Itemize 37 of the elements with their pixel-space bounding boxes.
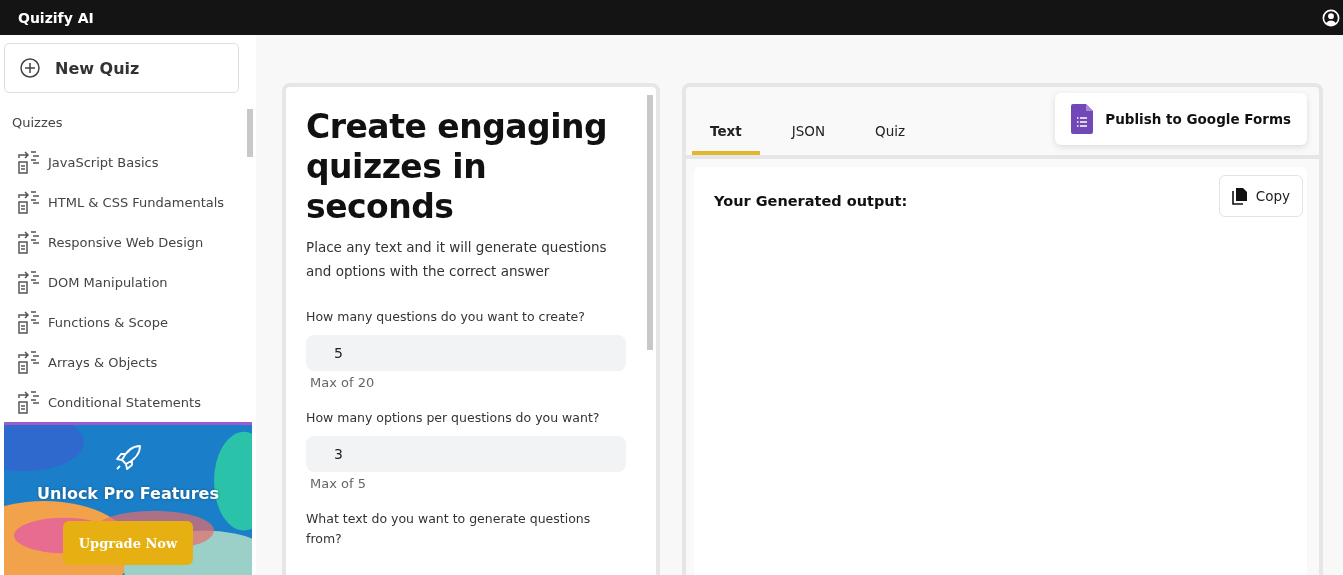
form-document-icon (1071, 104, 1094, 134)
quiz-list-icon (16, 269, 42, 295)
app-title: Quizify AI (18, 9, 94, 26)
number-field[interactable]: 5 (306, 335, 626, 371)
field-hint: Max of 20 (310, 375, 376, 390)
quiz-item[interactable]: DOM Manipulation (0, 262, 247, 302)
publish-button[interactable]: Publish to Google Forms (1055, 93, 1307, 145)
field-label: How many options per questions do you want? (306, 409, 601, 427)
quiz-item[interactable]: Responsive Web Design (0, 222, 247, 262)
field-label: How many questions do you want to create? (306, 308, 586, 326)
quiz-list-icon (16, 149, 42, 175)
tab[interactable]: Quiz (857, 109, 924, 155)
copy-icon (1231, 187, 1248, 205)
quiz-item[interactable]: Conditional Statements (0, 382, 247, 416)
number-field[interactable]: 3 (306, 436, 626, 472)
quiz-list-icon (16, 389, 42, 415)
quiz-list-icon (16, 349, 42, 375)
quiz-list-icon (16, 229, 42, 255)
quiz-list-icon (16, 189, 42, 215)
user-avatar-icon[interactable] (1322, 8, 1340, 27)
promo-title: Unlock Pro Features (37, 484, 219, 503)
quiz-item[interactable]: HTML & CSS Fundamentals (0, 182, 247, 222)
description: Place any text and it will generate questions and options with the correct answer (306, 238, 608, 281)
copy-button[interactable]: Copy (1218, 175, 1303, 217)
field-label: What text do you want to generate questions from? (306, 510, 592, 548)
quiz-item[interactable]: Arrays & Objects (0, 342, 247, 382)
quiz-item[interactable]: Functions & Scope (0, 302, 247, 342)
new-quiz-button[interactable]: New Quiz (4, 43, 239, 93)
section-label: Quizzes (11, 114, 64, 132)
tab[interactable]: JSON (773, 109, 843, 155)
tab[interactable]: Text (692, 109, 760, 155)
field-hint: Max of 5 (310, 476, 367, 491)
quiz-item[interactable]: JavaScript Basics (0, 142, 247, 182)
quiz-list-icon (16, 309, 42, 335)
plus-circle-icon (19, 57, 41, 79)
page-heading: Create engaging quizzes in seconds (306, 107, 609, 227)
output-heading: Your Generated output: (714, 193, 908, 209)
